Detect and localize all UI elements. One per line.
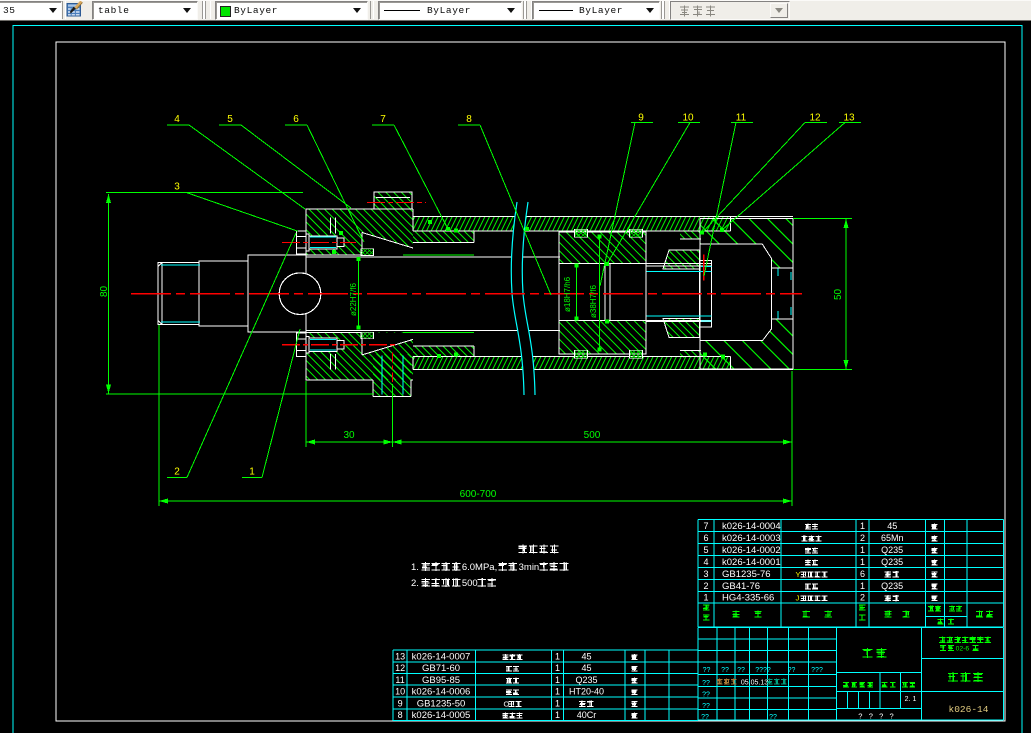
svg-text:40Cr: 40Cr (577, 710, 597, 720)
svg-text:k026-14-0006: k026-14-0006 (412, 687, 471, 698)
svg-text:10: 10 (682, 113, 694, 124)
svg-text:13: 13 (395, 652, 405, 662)
svg-text:1: 1 (555, 687, 560, 697)
svg-text:??: ?? (701, 714, 709, 721)
svg-text:HT20-40: HT20-40 (569, 687, 604, 697)
svg-text:??: ?? (737, 667, 745, 674)
svg-text:2. 1: 2. 1 (905, 696, 917, 703)
svg-text:65Mn: 65Mn (881, 533, 904, 543)
svg-text:50: 50 (833, 288, 844, 300)
svg-text:1: 1 (555, 675, 560, 685)
svg-text:????: ???? (755, 667, 771, 674)
svg-text:k026-14-0005: k026-14-0005 (412, 710, 471, 721)
svg-text:7: 7 (703, 521, 708, 531)
svg-text:4: 4 (174, 114, 180, 125)
svg-text:10: 10 (395, 687, 405, 697)
svg-text:5: 5 (227, 114, 233, 125)
svg-text:GB95-85: GB95-85 (422, 675, 460, 686)
svg-text:1: 1 (703, 593, 708, 603)
svg-text:GB1235-50: GB1235-50 (417, 698, 466, 709)
svg-text:k026-14-0003: k026-14-0003 (722, 533, 781, 544)
svg-text:8: 8 (466, 114, 472, 125)
svg-text:??: ?? (702, 680, 710, 687)
svg-text:1: 1 (555, 652, 560, 662)
svg-text:30: 30 (343, 430, 355, 441)
svg-text:2: 2 (174, 467, 180, 478)
svg-text:2: 2 (703, 581, 708, 591)
svg-text:45: 45 (581, 652, 591, 662)
svg-text:11: 11 (395, 675, 404, 685)
svg-text:2.: 2. (411, 578, 419, 589)
svg-text:k026-14: k026-14 (949, 704, 989, 715)
svg-text:500: 500 (584, 430, 601, 441)
svg-text:1.: 1. (411, 562, 419, 573)
svg-text:500: 500 (462, 578, 478, 589)
svg-text:??: ?? (703, 667, 711, 674)
svg-text:??: ?? (721, 667, 729, 674)
svg-text:12: 12 (395, 663, 405, 673)
svg-text:ø18H7/h6: ø18H7/h6 (563, 276, 572, 312)
svg-text:3: 3 (174, 182, 180, 193)
svg-text:7: 7 (380, 114, 386, 125)
svg-text:1: 1 (860, 521, 865, 531)
svg-text:Q235: Q235 (575, 675, 597, 685)
svg-text:1: 1 (860, 557, 865, 567)
svg-text:12: 12 (809, 113, 821, 124)
svg-text:??: ?? (788, 667, 796, 674)
svg-text:1: 1 (860, 581, 865, 591)
svg-text:1: 1 (249, 467, 255, 478)
svg-text:4: 4 (703, 557, 708, 567)
svg-text:3min: 3min (519, 562, 540, 573)
svg-text:??: ?? (769, 714, 777, 721)
svg-text:Q235: Q235 (881, 581, 903, 591)
svg-text:Q235: Q235 (881, 557, 903, 567)
svg-text:8: 8 (398, 710, 403, 720)
svg-text:k026-14-0002: k026-14-0002 (722, 545, 781, 556)
svg-text:ø38H7/f6: ø38H7/f6 (589, 285, 598, 318)
svg-text:02-6: 02-6 (956, 646, 970, 653)
svg-text:??: ?? (702, 703, 710, 710)
svg-text:9: 9 (398, 698, 403, 708)
svg-text:6.0MPa,: 6.0MPa, (462, 562, 497, 573)
svg-text:3: 3 (703, 569, 708, 579)
svg-text:Q235: Q235 (881, 545, 903, 555)
svg-text:k026-14-0007: k026-14-0007 (412, 652, 471, 663)
svg-text:J: J (796, 594, 800, 603)
svg-text:6: 6 (703, 533, 708, 543)
svg-text:1: 1 (555, 698, 560, 708)
svg-text:13: 13 (843, 113, 855, 124)
svg-text:5: 5 (703, 545, 708, 555)
svg-text:k026-14-0004: k026-14-0004 (722, 521, 781, 532)
svg-text:1: 1 (555, 663, 560, 673)
svg-text:ø22H7/f6: ø22H7/f6 (349, 283, 358, 316)
svg-text:45: 45 (887, 521, 897, 531)
svg-text:05.05.13: 05.05.13 (741, 680, 768, 687)
svg-text:9: 9 (638, 113, 644, 124)
svg-text:45: 45 (581, 663, 591, 673)
svg-text:1: 1 (555, 710, 560, 720)
svg-text:???: ??? (811, 667, 823, 674)
svg-text:1: 1 (860, 545, 865, 555)
svg-text:k026-14-0001: k026-14-0001 (722, 557, 781, 568)
svg-text:GB41-76: GB41-76 (722, 581, 760, 592)
svg-text:80: 80 (99, 285, 110, 297)
svg-text:??: ?? (702, 692, 710, 699)
svg-text:HG4-335-66: HG4-335-66 (722, 593, 774, 604)
svg-text:600-700: 600-700 (460, 489, 497, 500)
svg-text:Y: Y (796, 570, 801, 579)
svg-text:2: 2 (860, 533, 865, 543)
svg-text:6: 6 (293, 114, 299, 125)
svg-text:GB1235-76: GB1235-76 (722, 569, 771, 580)
svg-text:6: 6 (860, 569, 865, 579)
svg-text:2: 2 (860, 593, 865, 603)
svg-text:? ? ? ?: ? ? ? ? (858, 712, 893, 721)
svg-text:GB71-60: GB71-60 (422, 663, 460, 674)
svg-text:O: O (504, 699, 510, 708)
svg-text:11: 11 (736, 113, 747, 124)
